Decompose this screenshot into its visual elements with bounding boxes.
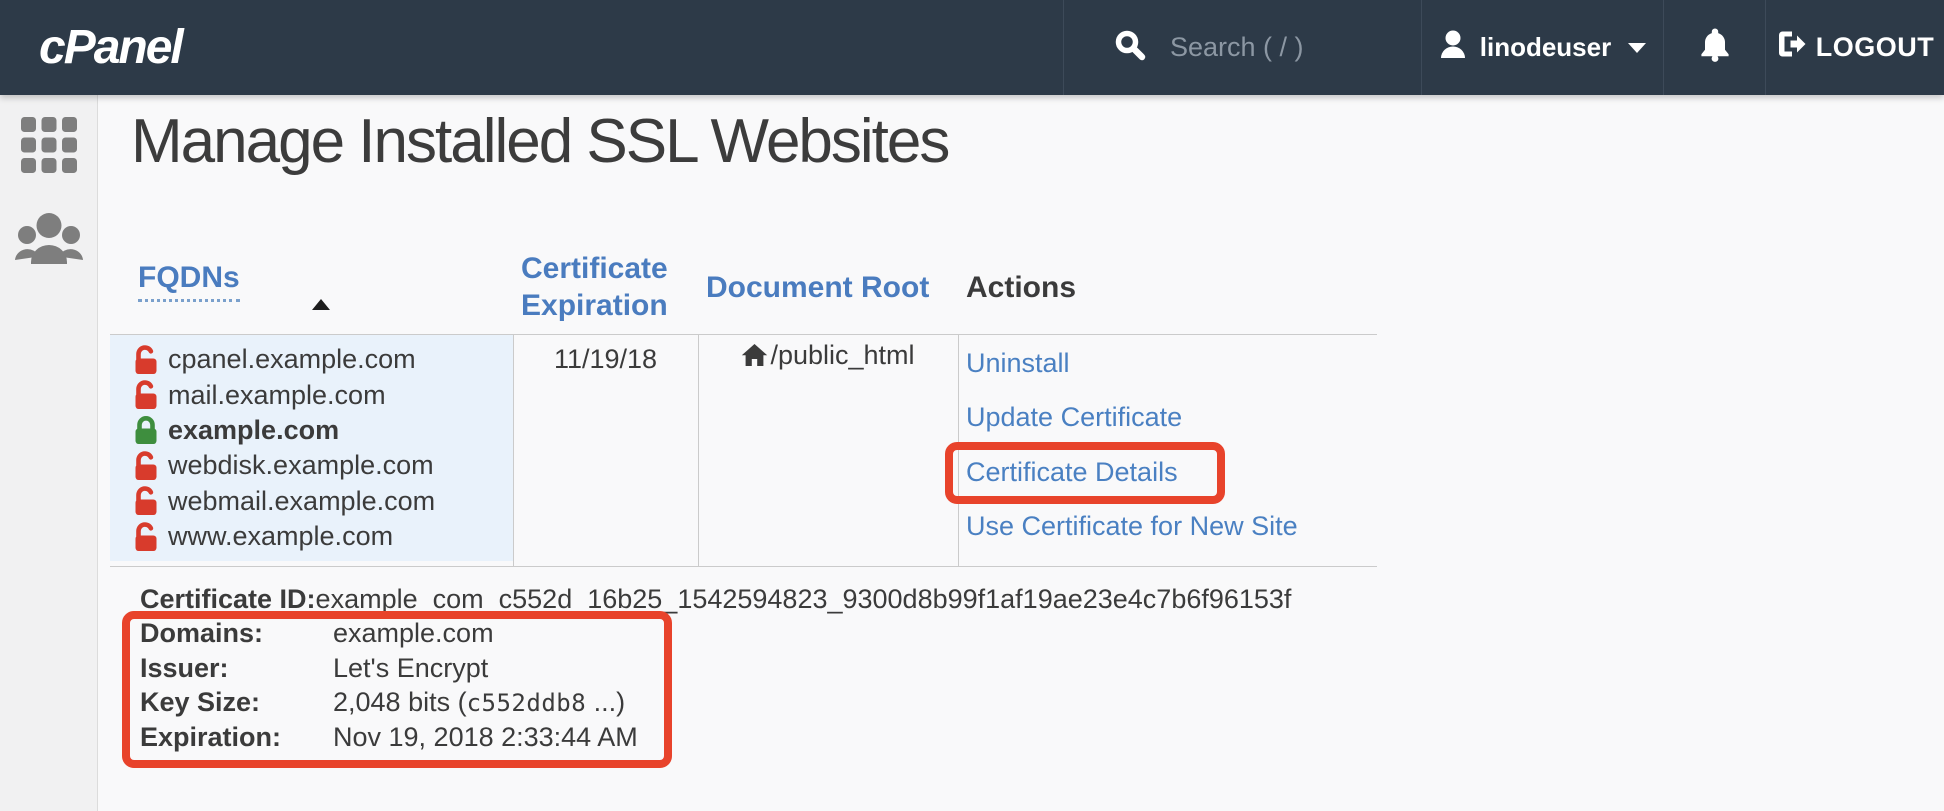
column-header-fqdns[interactable]: FQDNs: [138, 261, 240, 295]
issuer-label: Issuer:: [140, 653, 333, 684]
chevron-down-icon: [1628, 43, 1646, 53]
table-row-divider: [110, 566, 1377, 567]
fqdn-item: www.example.com: [133, 519, 513, 554]
key-size-label: Key Size:: [140, 687, 333, 718]
detail-row-expiration: Expiration: Nov 19, 2018 2:33:44 AM: [140, 720, 638, 755]
fqdn-label: mail.example.com: [168, 380, 386, 411]
certificate-details-block: Domains: example.com Issuer: Let's Encry…: [140, 616, 638, 755]
topnav: linodeuser LOGOUT: [1063, 0, 1944, 95]
detail-row-domains: Domains: example.com: [140, 616, 638, 651]
open-lock-icon: [133, 451, 159, 481]
search-section: [1063, 0, 1421, 95]
fqdn-label: www.example.com: [168, 521, 393, 552]
action-update-certificate[interactable]: Update Certificate: [966, 391, 1298, 446]
sort-ascending-icon: [312, 299, 330, 310]
search-input[interactable]: [1168, 31, 1412, 64]
open-lock-icon: [133, 345, 159, 375]
open-lock-icon: [133, 486, 159, 516]
column-header-certificate-expiration[interactable]: Certificate Expiration: [521, 250, 696, 324]
fqdn-item: webdisk.example.com: [133, 448, 513, 483]
bell-icon: [1699, 27, 1731, 68]
users-icon: [14, 212, 84, 269]
fqdns-cell: cpanel.example.com mail.example.com exam…: [110, 335, 513, 561]
detail-row-key-size: Key Size: 2,048 bits (c552ddb8 ...): [140, 686, 638, 721]
logout-icon: [1776, 29, 1806, 66]
action-use-certificate-for-new-site[interactable]: Use Certificate for New Site: [966, 500, 1298, 555]
fqdn-item: example.com: [133, 413, 513, 448]
user-menu[interactable]: linodeuser: [1421, 0, 1663, 95]
document-root-cell: /public_html: [698, 340, 958, 371]
fqdn-label: cpanel.example.com: [168, 344, 416, 375]
fqdn-label: webdisk.example.com: [168, 450, 434, 481]
certificate-id-line: Certificate ID:example_com_c552d_16b25_1…: [140, 584, 1291, 615]
certificate-id-value: example_com_c552d_16b25_1542594823_9300d…: [316, 584, 1292, 614]
sidebar: [0, 95, 98, 811]
open-lock-icon: [133, 380, 159, 410]
action-certificate-details[interactable]: Certificate Details: [966, 445, 1298, 500]
domains-value: example.com: [333, 618, 494, 649]
expiration-value: Nov 19, 2018 2:33:44 AM: [333, 722, 638, 753]
home-icon: [741, 342, 768, 368]
logout-button[interactable]: LOGOUT: [1765, 0, 1944, 95]
fqdn-item: mail.example.com: [133, 377, 513, 412]
key-size-value: 2,048 bits (c552ddb8 ...): [333, 687, 625, 718]
fqdn-label: webmail.example.com: [168, 486, 435, 517]
actions-cell: Uninstall Update Certificate Certificate…: [966, 336, 1298, 554]
closed-lock-icon: [133, 415, 159, 445]
cpanel-logo[interactable]: cPanel: [39, 0, 182, 95]
column-header-actions: Actions: [966, 271, 1076, 305]
user-icon: [1439, 29, 1467, 66]
fqdn-item: webmail.example.com: [133, 484, 513, 519]
logout-label: LOGOUT: [1816, 32, 1935, 63]
column-header-document-root[interactable]: Document Root: [706, 271, 929, 305]
fqdn-label: example.com: [168, 415, 339, 446]
detail-row-issuer: Issuer: Let's Encrypt: [140, 651, 638, 686]
certificate-id-label: Certificate ID:: [140, 584, 316, 614]
fqdn-item: cpanel.example.com: [133, 342, 513, 377]
sidebar-item-apps[interactable]: [0, 117, 98, 178]
open-lock-icon: [133, 522, 159, 552]
page-title: Manage Installed SSL Websites: [131, 104, 948, 180]
action-uninstall[interactable]: Uninstall: [966, 336, 1298, 391]
domains-label: Domains:: [140, 618, 333, 649]
search-icon: [1114, 29, 1146, 66]
key-fingerprint: c552ddb8: [467, 689, 587, 717]
username: linodeuser: [1480, 32, 1611, 63]
sidebar-item-users[interactable]: [0, 212, 98, 269]
certificate-expiration-value: 11/19/18: [513, 344, 698, 375]
apps-grid-icon: [21, 117, 77, 178]
document-root-value: /public_html: [770, 340, 914, 371]
topbar: cPanel linodeuser: [0, 0, 1944, 95]
issuer-value: Let's Encrypt: [333, 653, 488, 684]
expiration-label: Expiration:: [140, 722, 333, 753]
notifications-button[interactable]: [1663, 0, 1765, 95]
column-divider: [958, 335, 959, 566]
